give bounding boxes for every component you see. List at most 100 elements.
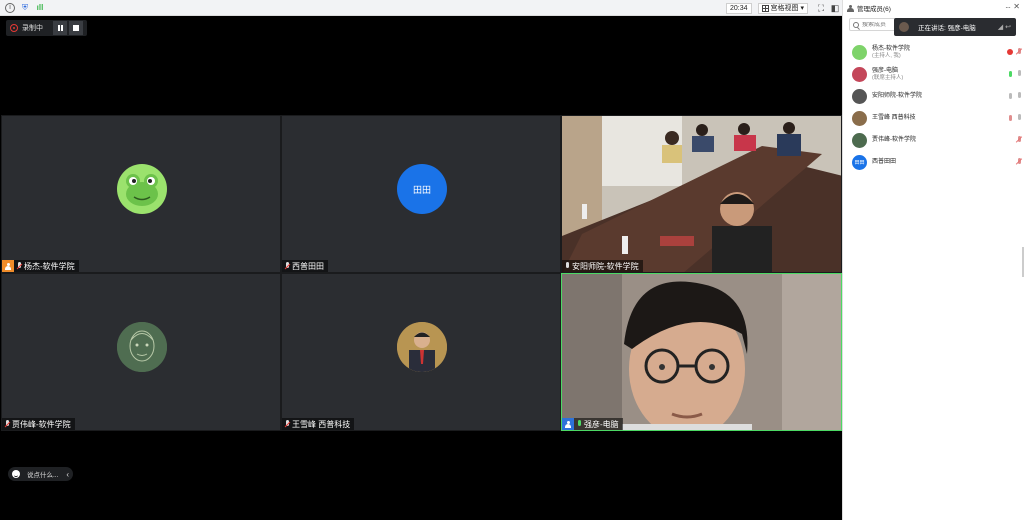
speaker-avatar (899, 22, 909, 32)
video-tile[interactable]: 杨杰-软件学院 (1, 115, 281, 273)
avatar-initials: 田田 (412, 184, 431, 195)
video-tile[interactable]: 王雪峰 西普科技 (281, 273, 561, 431)
member-row[interactable]: 田田 西普田田 (843, 151, 1024, 173)
member-row[interactable]: 杨杰-软件学院 (主持人, 我) (843, 41, 1024, 63)
member-row[interactable]: 强彦-电脑 (联席主持人) (843, 63, 1024, 85)
member-name: 安阳师院-软件学院 (872, 93, 922, 99)
recording-indicator: 录制中 (6, 20, 87, 36)
member-name: 贾伟峰-软件学院 (872, 137, 916, 143)
search-icon (853, 21, 859, 28)
sidebar-toggle-icon[interactable]: ◧ (828, 3, 842, 14)
recording-label: 录制中 (22, 25, 43, 32)
meeting-timer: 20:34 (726, 2, 752, 14)
photo-avatar (397, 322, 447, 372)
member-avatar: 田田 (852, 154, 867, 170)
camera-icon[interactable] (1015, 113, 1023, 123)
members-panel: 管理成员(6) ··· ✕ 正在讲话: 强彦-电脑 ◢ ↩ 杨杰-软件学院(主持… (842, 0, 1024, 520)
member-row[interactable]: 贾伟峰-软件学院 (843, 129, 1024, 151)
participant-name: 西普田田 (292, 261, 324, 271)
video-tile[interactable]: 贾伟峰-软件学院 (1, 273, 281, 431)
tile-namebar: 贾伟峰-软件学院 (2, 418, 75, 430)
speaking-text: 正在讲话: 强彦-电脑 (918, 25, 976, 32)
members-panel-title: 管理成员(6) (857, 6, 891, 13)
more-icon[interactable]: ··· (1005, 3, 1011, 12)
member-avatar (852, 44, 867, 60)
mic-muted-icon[interactable] (1015, 135, 1023, 145)
frog-icon (126, 174, 158, 206)
member-avatar (852, 88, 867, 104)
participant-name: 安阳师院-软件学院 (572, 261, 639, 271)
member-name: 强彦-电脑 (872, 67, 898, 74)
mic-muted-icon (2, 418, 12, 430)
member-name: 西普田田 (872, 159, 897, 165)
initials-avatar: 田田 (397, 164, 447, 214)
mic-muted-icon[interactable] (1015, 47, 1023, 57)
stop-recording-button[interactable] (69, 21, 83, 35)
participant-name: 杨杰-软件学院 (24, 261, 75, 271)
people-icon (847, 4, 854, 12)
sketch-avatar (117, 322, 167, 372)
mic-muted-icon (14, 260, 24, 272)
info-icon[interactable]: i (5, 2, 15, 13)
tile-namebar: 安阳师院-软件学院 (562, 260, 643, 272)
speaking-indicator: 正在讲话: 强彦-电脑 ◢ ↩ (894, 18, 1016, 36)
record-icon (10, 24, 18, 32)
mic-muted-icon[interactable] (1015, 157, 1023, 167)
video-tile[interactable]: 安阳师院-软件学院 (561, 115, 842, 273)
pause-recording-button[interactable] (53, 21, 67, 35)
member-row[interactable]: 安阳师院-软件学院 (843, 85, 1024, 107)
pause-icon (57, 25, 63, 31)
view-mode-dropdown[interactable]: 宫格视图 ▾ (757, 2, 808, 14)
member-search-input[interactable] (862, 21, 896, 28)
speaker-video (562, 274, 841, 430)
member-avatar (852, 110, 867, 126)
participant-name: 贾伟峰-软件学院 (12, 419, 71, 429)
participant-name: 强彦-电脑 (584, 419, 619, 429)
mic-icon (562, 260, 572, 272)
tile-namebar: 西普田田 (282, 260, 328, 272)
mic-muted-icon (282, 418, 292, 430)
member-role: (主持人, 我) (872, 52, 901, 59)
cohost-icon (562, 418, 574, 430)
member-avatar (852, 66, 867, 82)
video-tile[interactable]: 田田 西普田田 (281, 115, 561, 273)
room-video (562, 116, 841, 272)
mic-active-icon[interactable] (1007, 70, 1013, 78)
tile-namebar: 王雪峰 西普科技 (282, 418, 355, 430)
member-name: 杨杰-软件学院 (872, 45, 910, 52)
member-avatar-initials: 田田 (854, 159, 865, 166)
dismiss-icon[interactable]: ◢ ↩ (998, 23, 1011, 31)
members-panel-header: 管理成员(6) (843, 0, 1024, 16)
chevron-down-icon: ▾ (800, 5, 804, 12)
close-icon[interactable]: ✕ (1013, 2, 1020, 11)
mic-active-icon (574, 418, 584, 430)
stop-icon (73, 25, 79, 31)
mic-muted-icon (282, 260, 292, 272)
chat-input[interactable]: 说点什么... ‹ (8, 467, 74, 481)
video-tile-active-speaker[interactable]: 强彦-电脑 (561, 273, 842, 431)
tile-namebar: 杨杰-软件学院 (2, 260, 79, 272)
emoji-icon[interactable] (12, 470, 20, 478)
participant-name: 王雪峰 西普科技 (292, 419, 351, 429)
person-photo-icon (397, 322, 447, 372)
view-mode-label: 宫格视图 (770, 5, 799, 12)
grid-view-icon (761, 4, 769, 12)
mic-icon[interactable] (1007, 92, 1013, 100)
top-toolbar: i ⛨ ıll 20:34 宫格视图 ▾ ⛶ ◧ (0, 0, 842, 16)
member-role: (联席主持人) (872, 74, 904, 81)
recording-status-icon (1007, 49, 1013, 55)
sketch-icon (117, 322, 167, 372)
shield-icon[interactable]: ⛨ (20, 3, 30, 13)
camera-icon[interactable] (1015, 91, 1023, 101)
tile-namebar: 强彦-电脑 (562, 418, 623, 430)
signal-icon[interactable]: ıll (35, 3, 45, 13)
mic-muted-icon[interactable] (1007, 114, 1013, 122)
member-avatar (852, 132, 867, 148)
fullscreen-icon[interactable]: ⛶ (814, 3, 828, 14)
member-search[interactable] (849, 18, 897, 31)
camera-icon[interactable] (1015, 69, 1023, 79)
chat-placeholder: 说点什么... (27, 472, 59, 479)
member-name: 王雪峰 西普科技 (872, 115, 916, 121)
member-row[interactable]: 王雪峰 西普科技 (843, 107, 1024, 129)
collapse-chevron-icon[interactable]: ‹ (66, 470, 69, 479)
